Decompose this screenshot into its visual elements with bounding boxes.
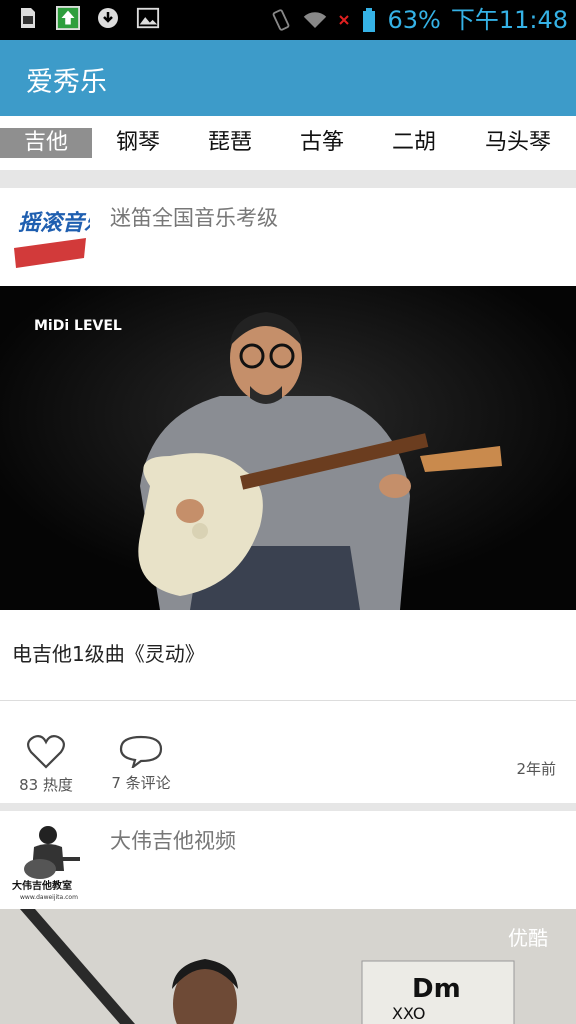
source-name: 迷笛全国音乐考级 xyxy=(110,206,278,230)
comment-count: 7 条评论 xyxy=(111,774,171,792)
post-time: 2年前 xyxy=(516,760,556,778)
video-watermark: 优酷 xyxy=(508,926,548,950)
source-name: 大伟吉他视频 xyxy=(110,829,236,853)
source-logo-url: www.daweijita.com xyxy=(20,894,78,901)
chord-marks: XXO xyxy=(392,1004,426,1023)
status-bar: 63% 下午11:48 xyxy=(0,0,576,40)
download-circle-icon xyxy=(96,6,120,30)
comment-stat[interactable]: 7 条评论 xyxy=(108,734,174,793)
like-stat[interactable]: 83 热度 xyxy=(16,734,76,795)
source-logo: 大伟吉他教室 www.daweijita.com xyxy=(10,821,90,901)
comment-bubble-icon xyxy=(119,735,163,770)
source-logo-line1: 摇滚音乐课 xyxy=(18,210,90,236)
video-title[interactable]: 电吉他1级曲《灵动》 xyxy=(12,638,205,667)
source-logo-text: 大伟吉他教室 xyxy=(12,879,72,892)
feed-card-header[interactable]: 摇滚音乐课 迷笛全国音乐考级 xyxy=(0,188,576,286)
vibrate-icon xyxy=(269,8,293,32)
battery-icon xyxy=(361,8,377,32)
image-icon xyxy=(136,6,160,30)
divider xyxy=(0,803,576,811)
app-title: 爱秀乐 xyxy=(26,67,107,98)
category-tabs: 吉他 钢琴 琵琶 古筝 二胡 马头琴 xyxy=(0,116,576,170)
tab-guzheng[interactable]: 古筝 xyxy=(276,128,368,158)
no-signal-x-icon xyxy=(337,8,351,32)
battery-percent: 63% xyxy=(387,6,441,34)
tab-guitar[interactable]: 吉他 xyxy=(0,128,92,158)
heart-icon xyxy=(27,735,65,769)
divider xyxy=(0,170,576,188)
upload-arrow-icon xyxy=(56,6,80,30)
video-watermark: MiDi LEVEL xyxy=(34,318,122,334)
source-logo: 摇滚音乐课 xyxy=(10,196,131,276)
app-bar: 爱秀乐 xyxy=(0,40,576,116)
tab-pipa[interactable]: 琵琶 xyxy=(184,128,276,158)
feed-card-header[interactable]: 大伟吉他教室 www.daweijita.com 大伟吉他视频 xyxy=(0,811,576,909)
sd-card-icon xyxy=(16,6,40,30)
divider xyxy=(0,700,576,701)
wifi-icon xyxy=(303,8,327,32)
chord-label: Dm xyxy=(412,974,461,1004)
video-thumbnail[interactable]: MiDi LEVEL xyxy=(0,286,576,610)
video-thumbnail[interactable]: Dm XXO 优酷 xyxy=(0,909,576,1024)
clock: 下午11:48 xyxy=(450,6,568,34)
tab-erhu[interactable]: 二胡 xyxy=(368,128,460,158)
like-count: 83 热度 xyxy=(19,776,73,794)
tab-piano[interactable]: 钢琴 xyxy=(92,128,184,158)
tab-matouqin[interactable]: 马头琴 xyxy=(460,128,576,158)
